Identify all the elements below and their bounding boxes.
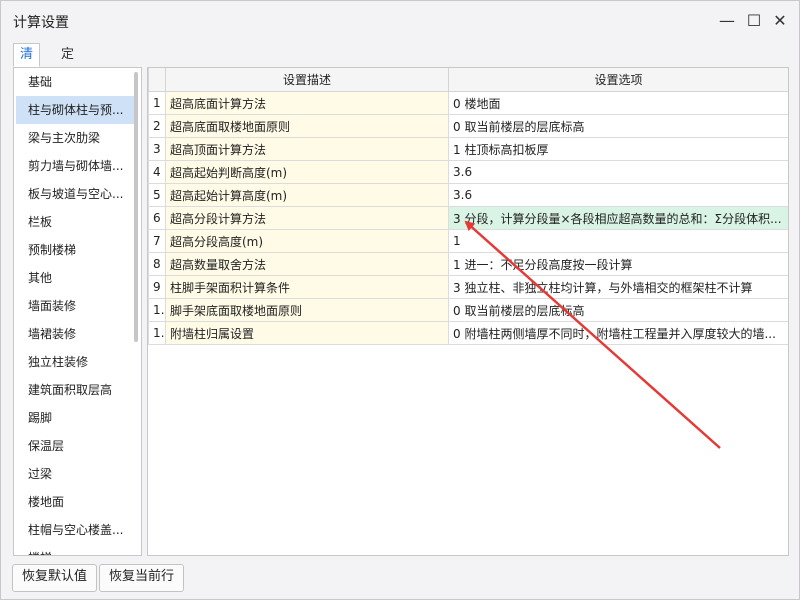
sidebar-item[interactable]: 其他 xyxy=(14,264,134,292)
row-option[interactable]: 0 取当前楼层的层底标高 xyxy=(448,298,788,322)
table-row[interactable]: 8 超高数量取舍方法 1 进一：不足分段高度按一段计算 xyxy=(148,252,788,276)
row-number: 2 xyxy=(148,114,166,138)
table-row[interactable]: 3 超高顶面计算方法 1 柱顶标高扣板厚 xyxy=(148,137,788,161)
row-description: 脚手架底面取楼地面原则 xyxy=(165,298,449,322)
row-description: 超高数量取舍方法 xyxy=(165,252,449,276)
title-bar: 计算设置 — ☐ ✕ xyxy=(1,1,799,39)
table-row[interactable]: 11附墙柱归属设置0 附墙柱两侧墙厚不同时，附墙柱工程量并入厚度较大的墙... xyxy=(148,321,788,345)
table-row[interactable]: 4 超高起始判断高度(m) 3.6 xyxy=(148,160,788,184)
sidebar-item[interactable]: 楼梯 xyxy=(14,544,134,555)
row-option[interactable]: 3.6 xyxy=(448,183,788,207)
window-title: 计算设置 xyxy=(13,15,69,31)
table-row[interactable]: 9 柱脚手架面积计算条件 3 独立柱、非独立柱均计算，与外墙相交的框架柱不计算 xyxy=(148,275,788,299)
header-option: 设置选项 xyxy=(448,68,788,92)
row-number: 9 xyxy=(148,275,166,299)
row-number: 3 xyxy=(148,137,166,161)
sidebar-item[interactable]: 楼地面 xyxy=(14,488,134,516)
sidebar-item[interactable]: 建筑面积取层高 xyxy=(14,376,134,404)
settings-window: 计算设置 — ☐ ✕ 清单 定额 基础柱与砌体柱与预...梁与主次肋梁剪力墙与砌… xyxy=(0,0,800,600)
sidebar-item[interactable]: 板与坡道与空心... xyxy=(14,180,134,208)
table-header-row: 设置描述 设置选项 xyxy=(148,68,788,92)
row-description: 超高分段高度(m) xyxy=(165,229,449,253)
sidebar-item[interactable]: 梁与主次肋梁 xyxy=(14,124,134,152)
row-option[interactable]: 0 附墙柱两侧墙厚不同时，附墙柱工程量并入厚度较大的墙... xyxy=(448,321,788,345)
sidebar-item[interactable]: 踢脚 xyxy=(14,404,134,432)
tab-qingdan[interactable]: 清单 xyxy=(13,43,41,84)
sidebar-item[interactable]: 剪力墙与砌体墙... xyxy=(14,152,134,180)
sidebar-item[interactable]: 柱帽与空心楼盖... xyxy=(14,516,134,544)
row-number: 5 xyxy=(148,183,166,207)
row-option[interactable]: 0 楼地面 xyxy=(448,91,788,115)
header-index xyxy=(148,68,166,92)
row-option[interactable]: 3 独立柱、非独立柱均计算，与外墙相交的框架柱不计算 xyxy=(448,275,788,299)
row-description: 超高底面取楼地面原则 xyxy=(165,114,449,138)
sidebar-item[interactable]: 墙裙装修 xyxy=(14,320,134,348)
sidebar-item[interactable]: 墙面装修 xyxy=(14,292,134,320)
close-icon[interactable]: ✕ xyxy=(767,7,793,33)
row-option[interactable]: 1 柱顶标高扣板厚 xyxy=(448,137,788,161)
row-description: 超高顶面计算方法 xyxy=(165,137,449,161)
row-option[interactable]: 3 分段，计算分段量×各段相应超高数量的总和：Σ分段体积... xyxy=(448,206,788,230)
row-number: 8 xyxy=(148,252,166,276)
row-number: 10 xyxy=(148,298,166,322)
settings-table: 设置描述 设置选项 1 超高底面计算方法 0 楼地面 2 超高底面取楼地面原则 0 取当前… xyxy=(147,67,789,556)
sidebar-item[interactable]: 柱与砌体柱与预... xyxy=(16,96,138,124)
row-option[interactable]: 1 进一：不足分段高度按一段计算 xyxy=(448,252,788,276)
row-number: 7 xyxy=(148,229,166,253)
row-option[interactable]: 3.6 xyxy=(448,160,788,184)
row-option[interactable]: 0 取当前楼层的层底标高 xyxy=(448,114,788,138)
sidebar-item[interactable]: 过梁 xyxy=(14,460,134,488)
row-description: 柱脚手架面积计算条件 xyxy=(165,275,449,299)
row-description: 超高底面计算方法 xyxy=(165,91,449,115)
sidebar-item[interactable]: 独立柱装修 xyxy=(14,348,134,376)
row-option[interactable]: 1 xyxy=(448,229,788,253)
row-description: 附墙柱归属设置 xyxy=(165,321,449,345)
tab-dinge[interactable]: 定额 xyxy=(54,43,81,84)
row-description: 超高起始计算高度(m) xyxy=(165,183,449,207)
sidebar-item[interactable]: 栏板 xyxy=(14,208,134,236)
minimize-icon[interactable]: — xyxy=(714,7,740,33)
sidebar-item[interactable]: 基础 xyxy=(14,68,134,96)
category-list: 基础 柱与砌体柱与预... 梁与主次肋梁 剪力墙与砌体墙... 板与坡道与空心... 栏板… xyxy=(13,67,142,556)
row-description: 超高起始判断高度(m) xyxy=(165,160,449,184)
table-row[interactable]: 10脚手架底面取楼地面原则0 取当前楼层的层底标高 xyxy=(148,298,788,322)
table-row[interactable]: 2 超高底面取楼地面原则 0 取当前楼层的层底标高 xyxy=(148,114,788,138)
sidebar-scrollbar[interactable] xyxy=(134,72,138,342)
maximize-icon[interactable]: ☐ xyxy=(741,7,767,33)
reset-current-row-button[interactable]: 恢复当前行 xyxy=(99,564,185,592)
table-row[interactable]: 5 超高起始计算高度(m) 3.6 xyxy=(148,183,788,207)
sidebar-item[interactable]: 保温层 xyxy=(14,432,134,460)
row-number: 11 xyxy=(148,321,166,345)
row-description: 超高分段计算方法 xyxy=(165,206,449,230)
row-number: 1 xyxy=(148,91,166,115)
table-row[interactable]: 6 超高分段计算方法 3 分段，计算分段量×各段相应超高数量的总和：Σ分段体积... xyxy=(148,206,788,230)
table-row[interactable]: 7 超高分段高度(m) 1 xyxy=(148,229,788,253)
sidebar-item[interactable]: 预制楼梯 xyxy=(14,236,134,264)
row-number: 4 xyxy=(148,160,166,184)
table-row[interactable]: 1 超高底面计算方法 0 楼地面 xyxy=(148,91,788,115)
header-description: 设置描述 xyxy=(165,68,449,92)
reset-default-button[interactable]: 恢复默认值 xyxy=(12,564,98,592)
row-number: 6 xyxy=(148,206,166,230)
